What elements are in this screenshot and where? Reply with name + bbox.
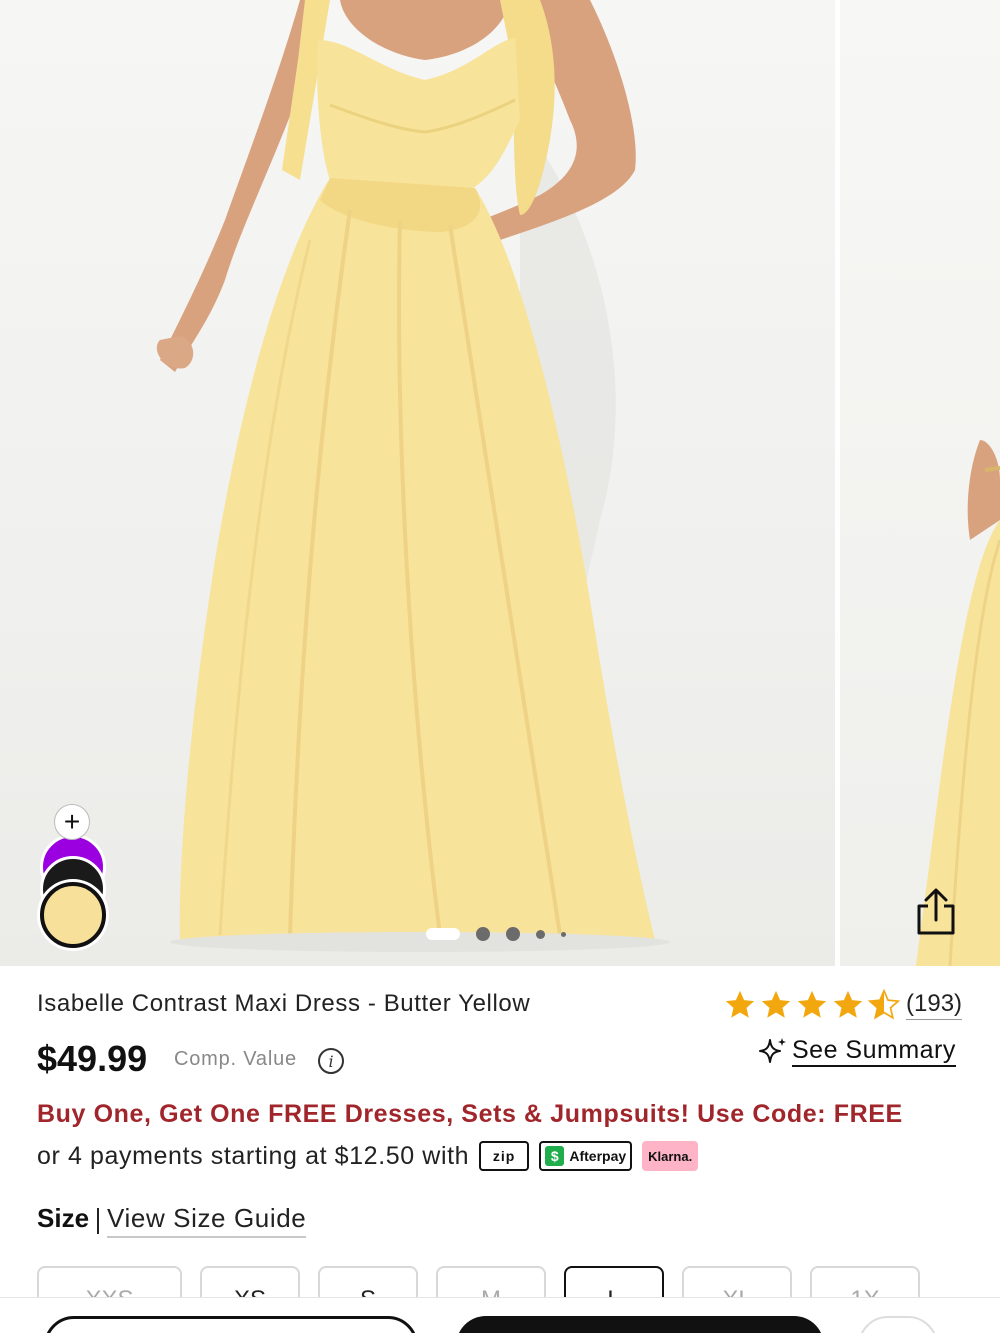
primary-action-button[interactable] bbox=[456, 1316, 824, 1333]
star-icon bbox=[761, 990, 791, 1018]
info-icon[interactable]: i bbox=[318, 1048, 344, 1074]
product-photo-next[interactable] bbox=[840, 0, 1000, 966]
afterpay-icon: $ bbox=[545, 1146, 565, 1166]
dress-illustration-next bbox=[916, 440, 1000, 966]
see-summary-label[interactable]: See Summary bbox=[792, 1036, 956, 1067]
carousel-dots bbox=[426, 927, 582, 941]
zip-badge[interactable]: zip bbox=[479, 1141, 530, 1171]
product-image-carousel[interactable]: + bbox=[0, 0, 1000, 966]
bottom-action-bar bbox=[0, 1297, 1000, 1333]
wishlist-button[interactable] bbox=[858, 1316, 938, 1333]
review-count[interactable]: (193) bbox=[906, 990, 963, 1020]
star-icon bbox=[797, 990, 827, 1018]
promo-banner[interactable]: Buy One, Get One FREE Dresses, Sets & Ju… bbox=[37, 1100, 903, 1129]
size-label: Size bbox=[37, 1203, 90, 1233]
swatch-butter-yellow[interactable] bbox=[40, 882, 106, 948]
rating[interactable]: (193) bbox=[722, 988, 963, 1022]
size-header: Size View Size Guide bbox=[37, 1203, 307, 1239]
star-half-icon bbox=[867, 988, 901, 1020]
secondary-action-button[interactable] bbox=[44, 1316, 418, 1333]
size-guide-link[interactable]: View Size Guide bbox=[107, 1203, 307, 1238]
divider bbox=[97, 1208, 100, 1234]
installment-payments: or 4 payments starting at $12.50 with zi… bbox=[37, 1140, 699, 1172]
star-icon bbox=[833, 990, 863, 1018]
carousel-dot[interactable] bbox=[561, 931, 566, 937]
carousel-dot-active[interactable] bbox=[426, 928, 460, 940]
dress-illustration bbox=[156, 0, 670, 952]
product-photo-main[interactable] bbox=[0, 0, 835, 966]
product-title: Isabelle Contrast Maxi Dress - Butter Ye… bbox=[37, 990, 531, 1017]
carousel-dot[interactable] bbox=[476, 927, 490, 941]
color-swatch-stack: + bbox=[36, 804, 110, 954]
price: $49.99 bbox=[37, 1038, 148, 1079]
see-summary-link[interactable]: See Summary bbox=[758, 1036, 956, 1067]
share-button[interactable] bbox=[910, 886, 962, 938]
afterpay-label: Afterpay bbox=[569, 1148, 627, 1164]
add-swatch-button[interactable]: + bbox=[54, 804, 90, 840]
afterpay-badge[interactable]: $ Afterpay bbox=[539, 1141, 633, 1171]
klarna-badge[interactable]: Klarna. bbox=[642, 1141, 699, 1171]
star-icon bbox=[725, 990, 755, 1018]
comp-value-label: Comp. Value bbox=[174, 1048, 297, 1070]
installment-text: or 4 payments starting at $12.50 with bbox=[37, 1141, 470, 1170]
share-icon bbox=[917, 888, 955, 935]
sparkle-icon bbox=[759, 1038, 786, 1064]
carousel-dot[interactable] bbox=[506, 927, 520, 941]
carousel-dot[interactable] bbox=[536, 929, 545, 939]
